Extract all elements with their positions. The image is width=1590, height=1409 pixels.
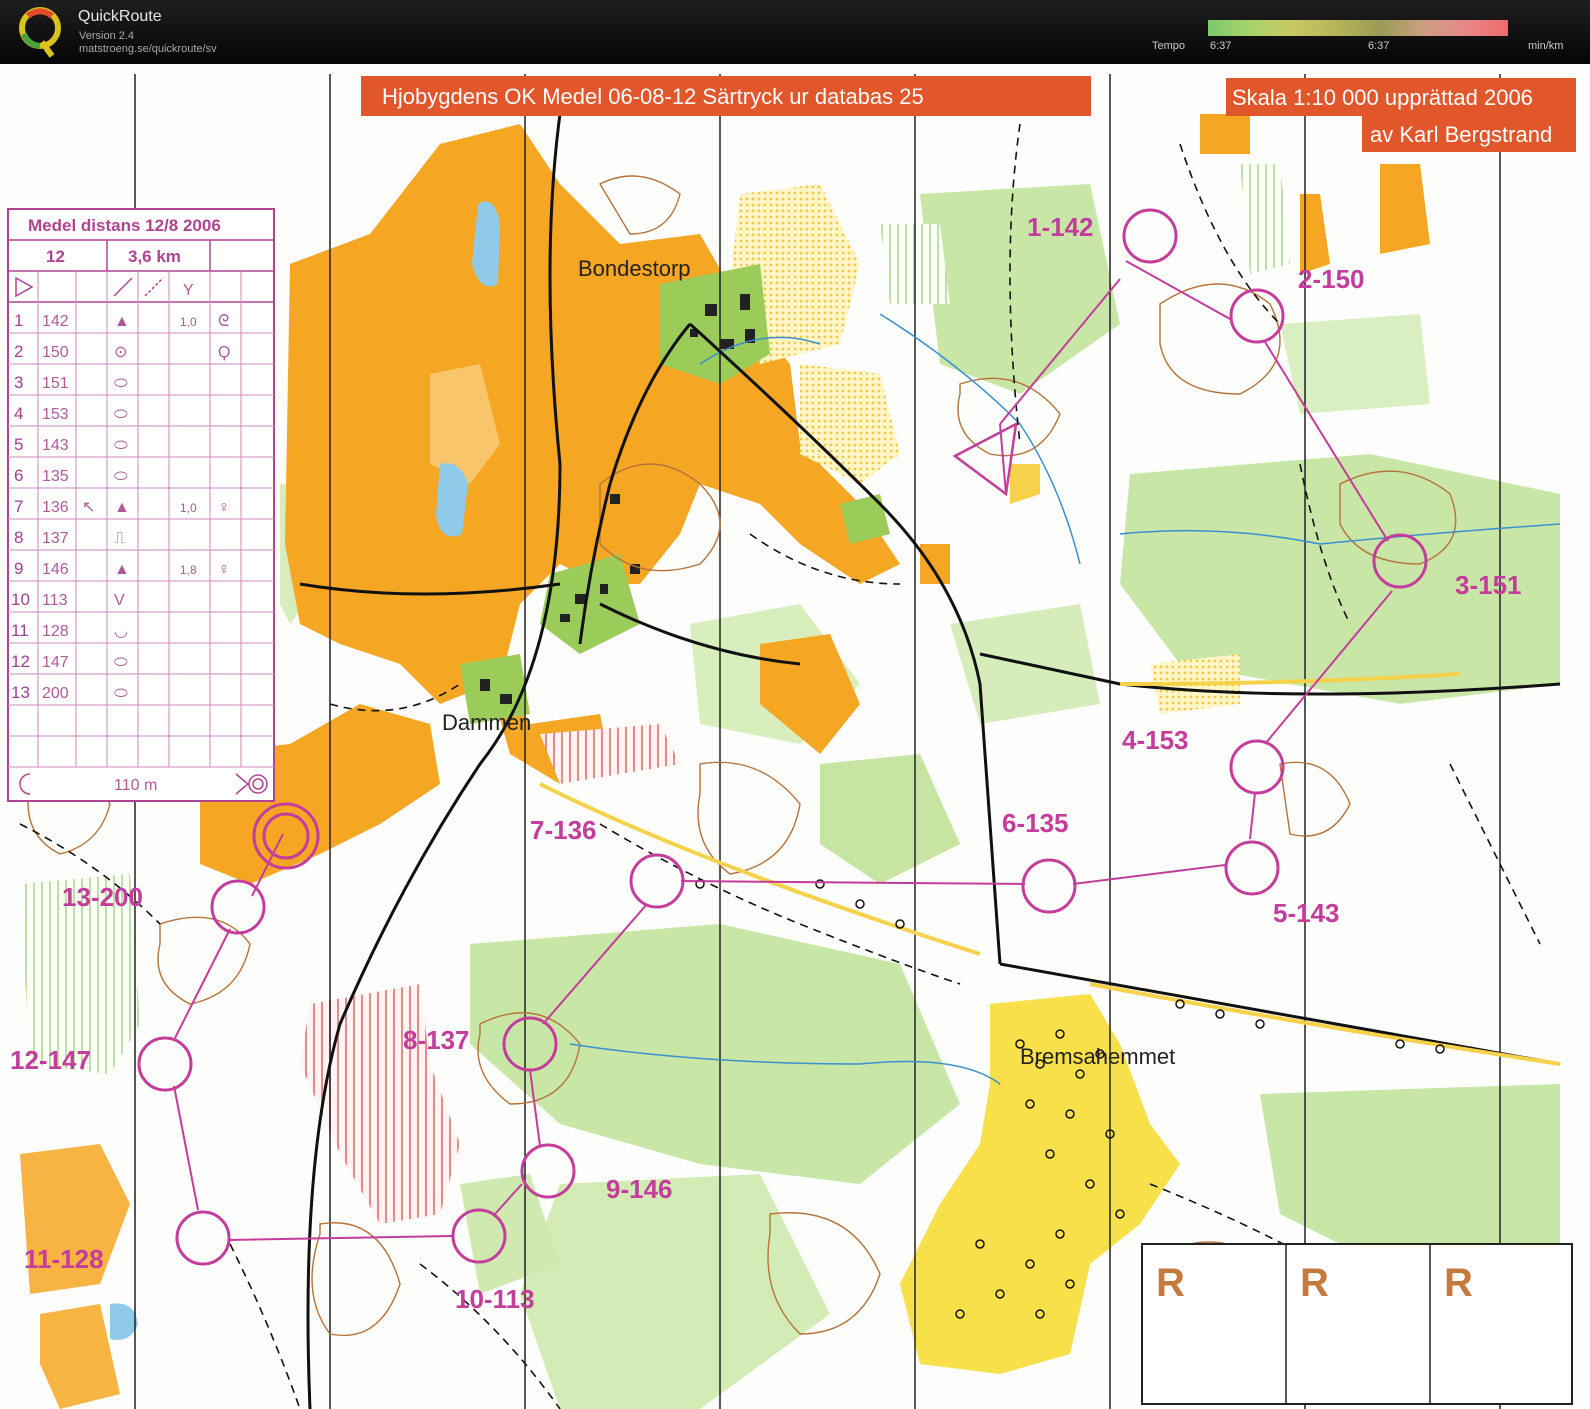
control-label-13: 13-200 [62, 882, 143, 912]
control-description-sheet: Medel distans 12/8 2006 12 3,6 km Y 1 14… [7, 208, 275, 802]
orienteering-map[interactable]: 1-142 2-150 3-151 4-153 5-143 6-135 7-13… [0, 64, 1590, 1409]
control-label-4: 4-153 [1122, 725, 1189, 755]
description-cell: 128 [42, 623, 69, 640]
description-cell: 150 [42, 344, 69, 361]
tempo-mid: 6:37 [1368, 40, 1390, 52]
description-cell: 143 [42, 437, 69, 454]
description-cell: ⬭ [114, 685, 128, 702]
description-cell: 136 [42, 499, 69, 516]
description-course: 12 [46, 247, 65, 266]
control-label-11: 11-128 [24, 1244, 104, 1274]
description-cell: 1,8 [180, 563, 197, 577]
description-cell: ⬭ [114, 468, 128, 485]
scale-text-line2: av Karl Bergstrand [1370, 122, 1552, 147]
place-bremsahemmet: Bremsahemmet [1020, 1044, 1175, 1069]
description-length: 3,6 km [128, 247, 181, 266]
description-cell: ⎍ [114, 530, 125, 547]
description-cell: 5 [14, 435, 23, 454]
app-version: Version 2.4 [79, 30, 135, 42]
description-cell: 1,0 [180, 501, 197, 515]
description-cell: ⬭ [114, 654, 128, 671]
description-cell: ♀ [218, 561, 230, 578]
control-label-6: 6-135 [1002, 808, 1069, 838]
description-cell: ◡ [114, 623, 128, 640]
r-box-1: R [1156, 1261, 1185, 1305]
control-label-12: 12-147 [10, 1045, 91, 1075]
description-cell: ⬭ [114, 375, 128, 392]
description-cell: 12 [11, 652, 30, 671]
description-cell: ⬭ [114, 437, 128, 454]
description-cell: 6 [14, 466, 23, 485]
description-cell: 200 [42, 685, 69, 702]
description-cell: ᘓ [218, 313, 229, 330]
r-box: R R R [1141, 1243, 1573, 1405]
description-cell: 8 [14, 528, 23, 547]
description-cell: 142 [42, 313, 69, 330]
description-cell: 1 [14, 311, 23, 330]
description-cell: 147 [42, 654, 69, 671]
map-title: Hjobygdens OK Medel 06-08-12 Särtryck ur… [382, 84, 924, 109]
description-cell: 7 [14, 497, 23, 516]
r-box-3: R [1444, 1261, 1473, 1305]
description-cell: 3 [14, 373, 23, 392]
description-cell: ▲ [114, 499, 130, 516]
description-cell: 2 [14, 342, 23, 361]
description-cell: 137 [42, 530, 69, 547]
description-cell: ▲ [114, 561, 130, 578]
description-cell: ♀ [218, 499, 230, 516]
quickroute-logo-icon [19, 7, 61, 58]
r-box-2: R [1300, 1261, 1329, 1305]
description-cell: 11 [11, 621, 29, 640]
control-label-2: 2-150 [1298, 264, 1365, 294]
description-cell: ▲ [114, 313, 130, 330]
description-cell: Ϙ [218, 344, 230, 361]
place-bondestorp: Bondestorp [578, 256, 691, 281]
control-label-5: 5-143 [1273, 898, 1340, 928]
arrow-nw-icon: ↖ [82, 499, 95, 516]
scale-text-line1: Skala 1:10 000 upprättad 2006 [1232, 85, 1533, 110]
app-name: QuickRoute [78, 8, 162, 25]
tempo-unit: min/km [1528, 40, 1564, 52]
description-cell: 146 [42, 561, 69, 578]
description-cell: 9 [14, 559, 23, 578]
finish-distance: 110 m [114, 777, 157, 794]
junction-symbol-icon: Y [183, 282, 194, 299]
app-header: QuickRoute Version 2.4 matstroeng.se/qui… [0, 0, 1590, 64]
control-label-8: 8-137 [403, 1025, 470, 1055]
description-cell: ⬭ [114, 406, 128, 423]
description-cell: 4 [14, 404, 23, 423]
description-cell: 151 [42, 375, 69, 392]
description-cell: 1,0 [180, 315, 197, 329]
control-label-9: 9-146 [606, 1174, 673, 1204]
description-cell: 10 [11, 590, 30, 609]
description-title: Medel distans 12/8 2006 [28, 216, 221, 235]
control-label-1: 1-142 [1027, 212, 1094, 242]
app-url[interactable]: matstroeng.se/quickroute/sv [79, 43, 217, 55]
tempo-label: Tempo [1152, 40, 1186, 52]
tempo-color-scale [1208, 20, 1508, 36]
description-cell: 153 [42, 406, 69, 423]
description-cell: 135 [42, 468, 69, 485]
control-label-7: 7-136 [530, 815, 597, 845]
description-cell: 13 [11, 683, 30, 702]
description-cell: 113 [42, 592, 68, 609]
tempo-min: 6:37 [1210, 40, 1232, 52]
place-dammen: Dammen [442, 710, 531, 735]
control-label-10: 10-113 [455, 1284, 535, 1314]
control-label-3: 3-151 [1455, 570, 1522, 600]
description-cell: ⊙ [114, 344, 127, 361]
description-cell: V [114, 592, 125, 609]
